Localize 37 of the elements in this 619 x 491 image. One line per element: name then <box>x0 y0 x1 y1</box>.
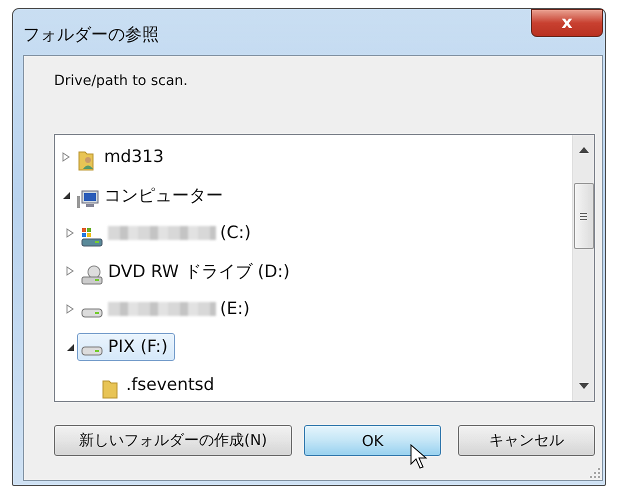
selected-tree-item[interactable]: PIX (F:) <box>77 333 175 361</box>
tree-item[interactable]: .fseventsd <box>95 366 222 404</box>
item-label: PIX (F:) <box>108 337 168 357</box>
item-label: (E:) <box>220 299 250 319</box>
expand-arrow-icon[interactable] <box>66 304 74 314</box>
tree-item[interactable]: (C:) <box>77 214 258 252</box>
item-label: md313 <box>104 147 164 167</box>
close-button[interactable]: x <box>531 9 603 37</box>
dialog-button[interactable]: 新しいフォルダーの作成(N) <box>54 425 292 456</box>
resize-grip-icon[interactable] <box>590 468 600 478</box>
item-label: コンピューター <box>104 184 223 206</box>
drive-icon <box>80 308 104 318</box>
scroll-down-icon[interactable] <box>578 383 588 389</box>
drive-icon <box>80 226 104 248</box>
tree-item[interactable]: (E:) <box>77 295 257 323</box>
ok-button[interactable]: OK <box>304 425 442 456</box>
item-label: (C:) <box>220 223 251 243</box>
drive-icon <box>80 346 104 356</box>
item-label: .fseventsd <box>126 375 214 395</box>
window-title: フォルダーの参照 <box>23 24 159 46</box>
tree-item[interactable]: コンピューター <box>73 176 230 214</box>
computer-icon <box>76 188 100 210</box>
prompt-text: Drive/path to scan. <box>54 73 189 89</box>
tree-item[interactable]: DVD RW ドライブ (D:) <box>77 252 297 290</box>
item-label: DVD RW ドライブ (D:) <box>108 260 290 282</box>
expand-arrow-icon[interactable] <box>66 266 74 276</box>
expand-arrow-icon[interactable] <box>62 152 70 162</box>
collapse-arrow-icon[interactable] <box>66 342 74 352</box>
dvd-drive-icon <box>80 264 104 286</box>
collapse-arrow-icon[interactable] <box>62 190 70 200</box>
dialog-button[interactable]: キャンセル <box>458 425 595 456</box>
scrollbar[interactable] <box>572 135 594 401</box>
mouse-pointer-icon <box>410 444 428 470</box>
tree-item[interactable]: md313 <box>73 138 171 176</box>
expand-arrow-icon[interactable] <box>66 228 74 238</box>
scroll-up-icon[interactable] <box>578 147 588 153</box>
scroll-thumb[interactable] <box>574 183 594 249</box>
